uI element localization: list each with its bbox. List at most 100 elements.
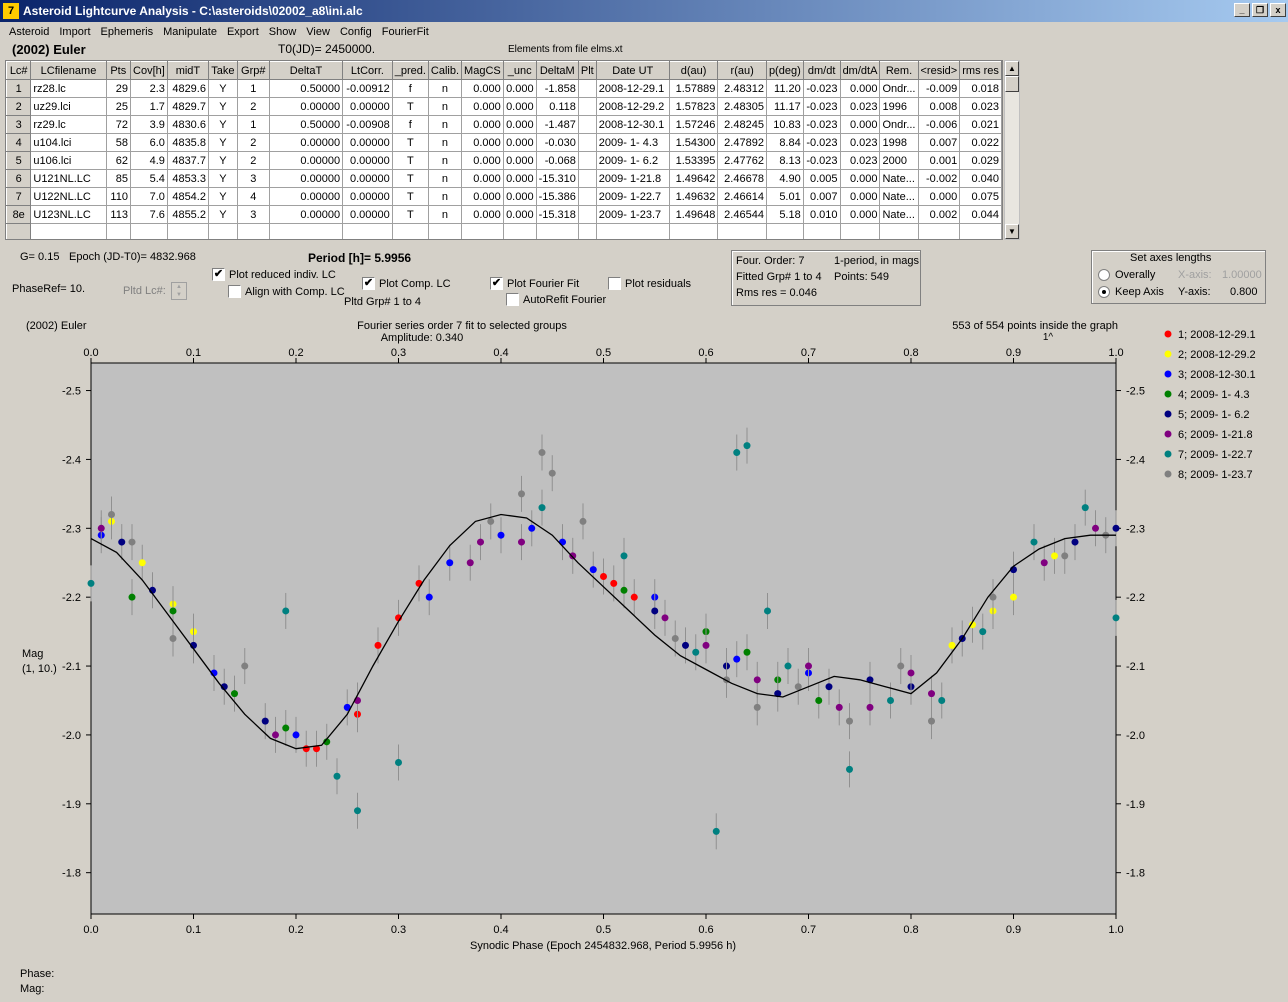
column-header[interactable]: dm/dtA: [839, 61, 881, 80]
pltd-lc-spinner[interactable]: ▲ ▼: [171, 282, 187, 300]
column-header[interactable]: _pred.: [391, 61, 429, 80]
column-header[interactable]: Lc#: [6, 61, 32, 80]
table-cell[interactable]: Y: [208, 187, 238, 206]
table-cell[interactable]: 4854.2: [167, 187, 209, 206]
close-button[interactable]: x: [1270, 3, 1286, 17]
table-cell[interactable]: n: [428, 133, 463, 152]
table-cell[interactable]: -0.023: [803, 133, 841, 152]
menu-fourierfit[interactable]: FourierFit: [377, 26, 434, 38]
table-cell[interactable]: 0.000: [503, 151, 537, 170]
autorefit-checkbox[interactable]: AutoRefit Fourier: [506, 293, 606, 306]
table-cell[interactable]: -15.386: [536, 187, 579, 206]
table-cell[interactable]: T: [392, 133, 429, 152]
table-cell[interactable]: 4829.6: [167, 79, 209, 98]
column-header[interactable]: Take: [207, 61, 238, 80]
table-cell[interactable]: 25: [106, 97, 131, 116]
table-row[interactable]: 7 U122NL.LC 110 7.0 4854.2 Y 4 0.00000 0.00000 Tn…: [6, 187, 1002, 206]
table-cell[interactable]: 4855.2: [167, 205, 209, 224]
table-cell[interactable]: [578, 187, 597, 206]
table-cell[interactable]: 0.000: [840, 169, 881, 188]
table-cell[interactable]: 0.000: [503, 115, 537, 134]
column-header[interactable]: r(au): [717, 61, 767, 80]
table-cell[interactable]: 1.57246: [669, 115, 719, 134]
table-cell[interactable]: 2009- 1-21.8: [596, 169, 670, 188]
table-cell[interactable]: 0.00000: [342, 205, 393, 224]
table-cell[interactable]: f: [392, 115, 429, 134]
table-cell[interactable]: 0.000: [503, 205, 537, 224]
table-cell[interactable]: 110: [106, 187, 131, 206]
table-cell[interactable]: -0.023: [803, 79, 841, 98]
table-cell[interactable]: 62: [106, 151, 131, 170]
table-cell[interactable]: 1996: [879, 97, 919, 116]
table-cell[interactable]: 4829.7: [167, 97, 209, 116]
menu-import[interactable]: Import: [54, 26, 95, 38]
table-cell[interactable]: 0.000: [503, 187, 537, 206]
table-cell[interactable]: 0.000: [918, 187, 961, 206]
table-cell[interactable]: -15.310: [536, 169, 579, 188]
table-cell[interactable]: 2008-12-29.1: [596, 79, 670, 98]
table-cell[interactable]: T: [392, 151, 429, 170]
scroll-up-icon[interactable]: ▲: [1005, 61, 1019, 76]
table-cell[interactable]: 6.0: [130, 133, 168, 152]
column-header[interactable]: DeltaT: [268, 61, 344, 80]
table-cell[interactable]: 5.18: [766, 205, 804, 224]
table-cell[interactable]: 0.000: [461, 169, 504, 188]
table-row[interactable]: 2 uz29.lci 25 1.7 4829.7 Y 2 0.00000 0.00000 Tn 0.…: [6, 97, 1002, 116]
table-cell[interactable]: rz29.lc: [30, 115, 107, 134]
table-cell[interactable]: n: [428, 205, 463, 224]
table-cell[interactable]: 0.022: [959, 133, 1002, 152]
table-cell[interactable]: 72: [106, 115, 131, 134]
table-cell[interactable]: 0.007: [803, 187, 841, 206]
table-cell[interactable]: 2: [237, 133, 270, 152]
table-cell[interactable]: 2008-12-29.2: [596, 97, 670, 116]
table-cell[interactable]: 3: [237, 169, 270, 188]
table-cell[interactable]: 7.0: [130, 187, 168, 206]
table-cell[interactable]: 0.000: [461, 79, 504, 98]
plot-residuals-checkbox[interactable]: Plot residuals: [608, 277, 691, 290]
table-cell[interactable]: uz29.lci: [30, 97, 107, 116]
table-cell[interactable]: 0.50000: [269, 79, 344, 98]
table-cell[interactable]: 1.49632: [669, 187, 719, 206]
column-header[interactable]: LtCorr.: [342, 61, 393, 80]
column-header[interactable]: Calib.: [427, 61, 463, 80]
scroll-thumb[interactable]: [1005, 76, 1019, 92]
menu-config[interactable]: Config: [335, 26, 377, 38]
table-cell[interactable]: Y: [208, 133, 238, 152]
scroll-down-icon[interactable]: ▼: [1005, 224, 1019, 239]
table-cell[interactable]: 0.00000: [269, 151, 344, 170]
column-header[interactable]: LCfilename: [30, 61, 107, 80]
table-cell[interactable]: 3: [6, 115, 32, 134]
table-cell[interactable]: 8e: [6, 205, 32, 224]
menu-export[interactable]: Export: [222, 26, 264, 38]
table-cell[interactable]: 1.49642: [669, 169, 719, 188]
table-cell[interactable]: n: [428, 169, 463, 188]
table-cell[interactable]: 0.000: [840, 205, 881, 224]
table-cell[interactable]: n: [428, 79, 463, 98]
table-cell[interactable]: rz28.lc: [30, 79, 107, 98]
table-cell[interactable]: 6: [6, 169, 32, 188]
menu-view[interactable]: View: [301, 26, 335, 38]
table-cell[interactable]: 11.17: [766, 97, 804, 116]
table-cell[interactable]: f: [392, 79, 429, 98]
table-cell[interactable]: 2009- 1-22.7: [596, 187, 670, 206]
table-cell[interactable]: 2.48312: [717, 79, 767, 98]
table-cell[interactable]: [578, 133, 597, 152]
table-cell[interactable]: U121NL.LC: [30, 169, 107, 188]
table-cell[interactable]: 11.20: [766, 79, 804, 98]
table-cell[interactable]: 0.00000: [269, 169, 344, 188]
lightcurve-chart[interactable]: (2002) Euler Fourier series order 7 fit t…: [18, 314, 1276, 958]
table-cell[interactable]: 2009- 1- 6.2: [596, 151, 670, 170]
table-cell[interactable]: 0.007: [918, 133, 961, 152]
plot-reduced-checkbox[interactable]: ✔ Plot reduced indiv. LC: [212, 268, 336, 281]
restore-button[interactable]: ❐: [1252, 3, 1268, 17]
table-cell[interactable]: 1.57889: [669, 79, 719, 98]
table-cell[interactable]: 113: [106, 205, 131, 224]
column-header[interactable]: p(deg): [765, 61, 804, 80]
table-cell[interactable]: U122NL.LC: [30, 187, 107, 206]
table-cell[interactable]: 2: [237, 151, 270, 170]
table-cell[interactable]: -0.002: [918, 169, 961, 188]
table-cell[interactable]: 0.000: [461, 205, 504, 224]
table-cell[interactable]: -0.023: [803, 115, 841, 134]
table-cell[interactable]: Nate...: [879, 187, 919, 206]
table-cell[interactable]: T: [392, 205, 429, 224]
